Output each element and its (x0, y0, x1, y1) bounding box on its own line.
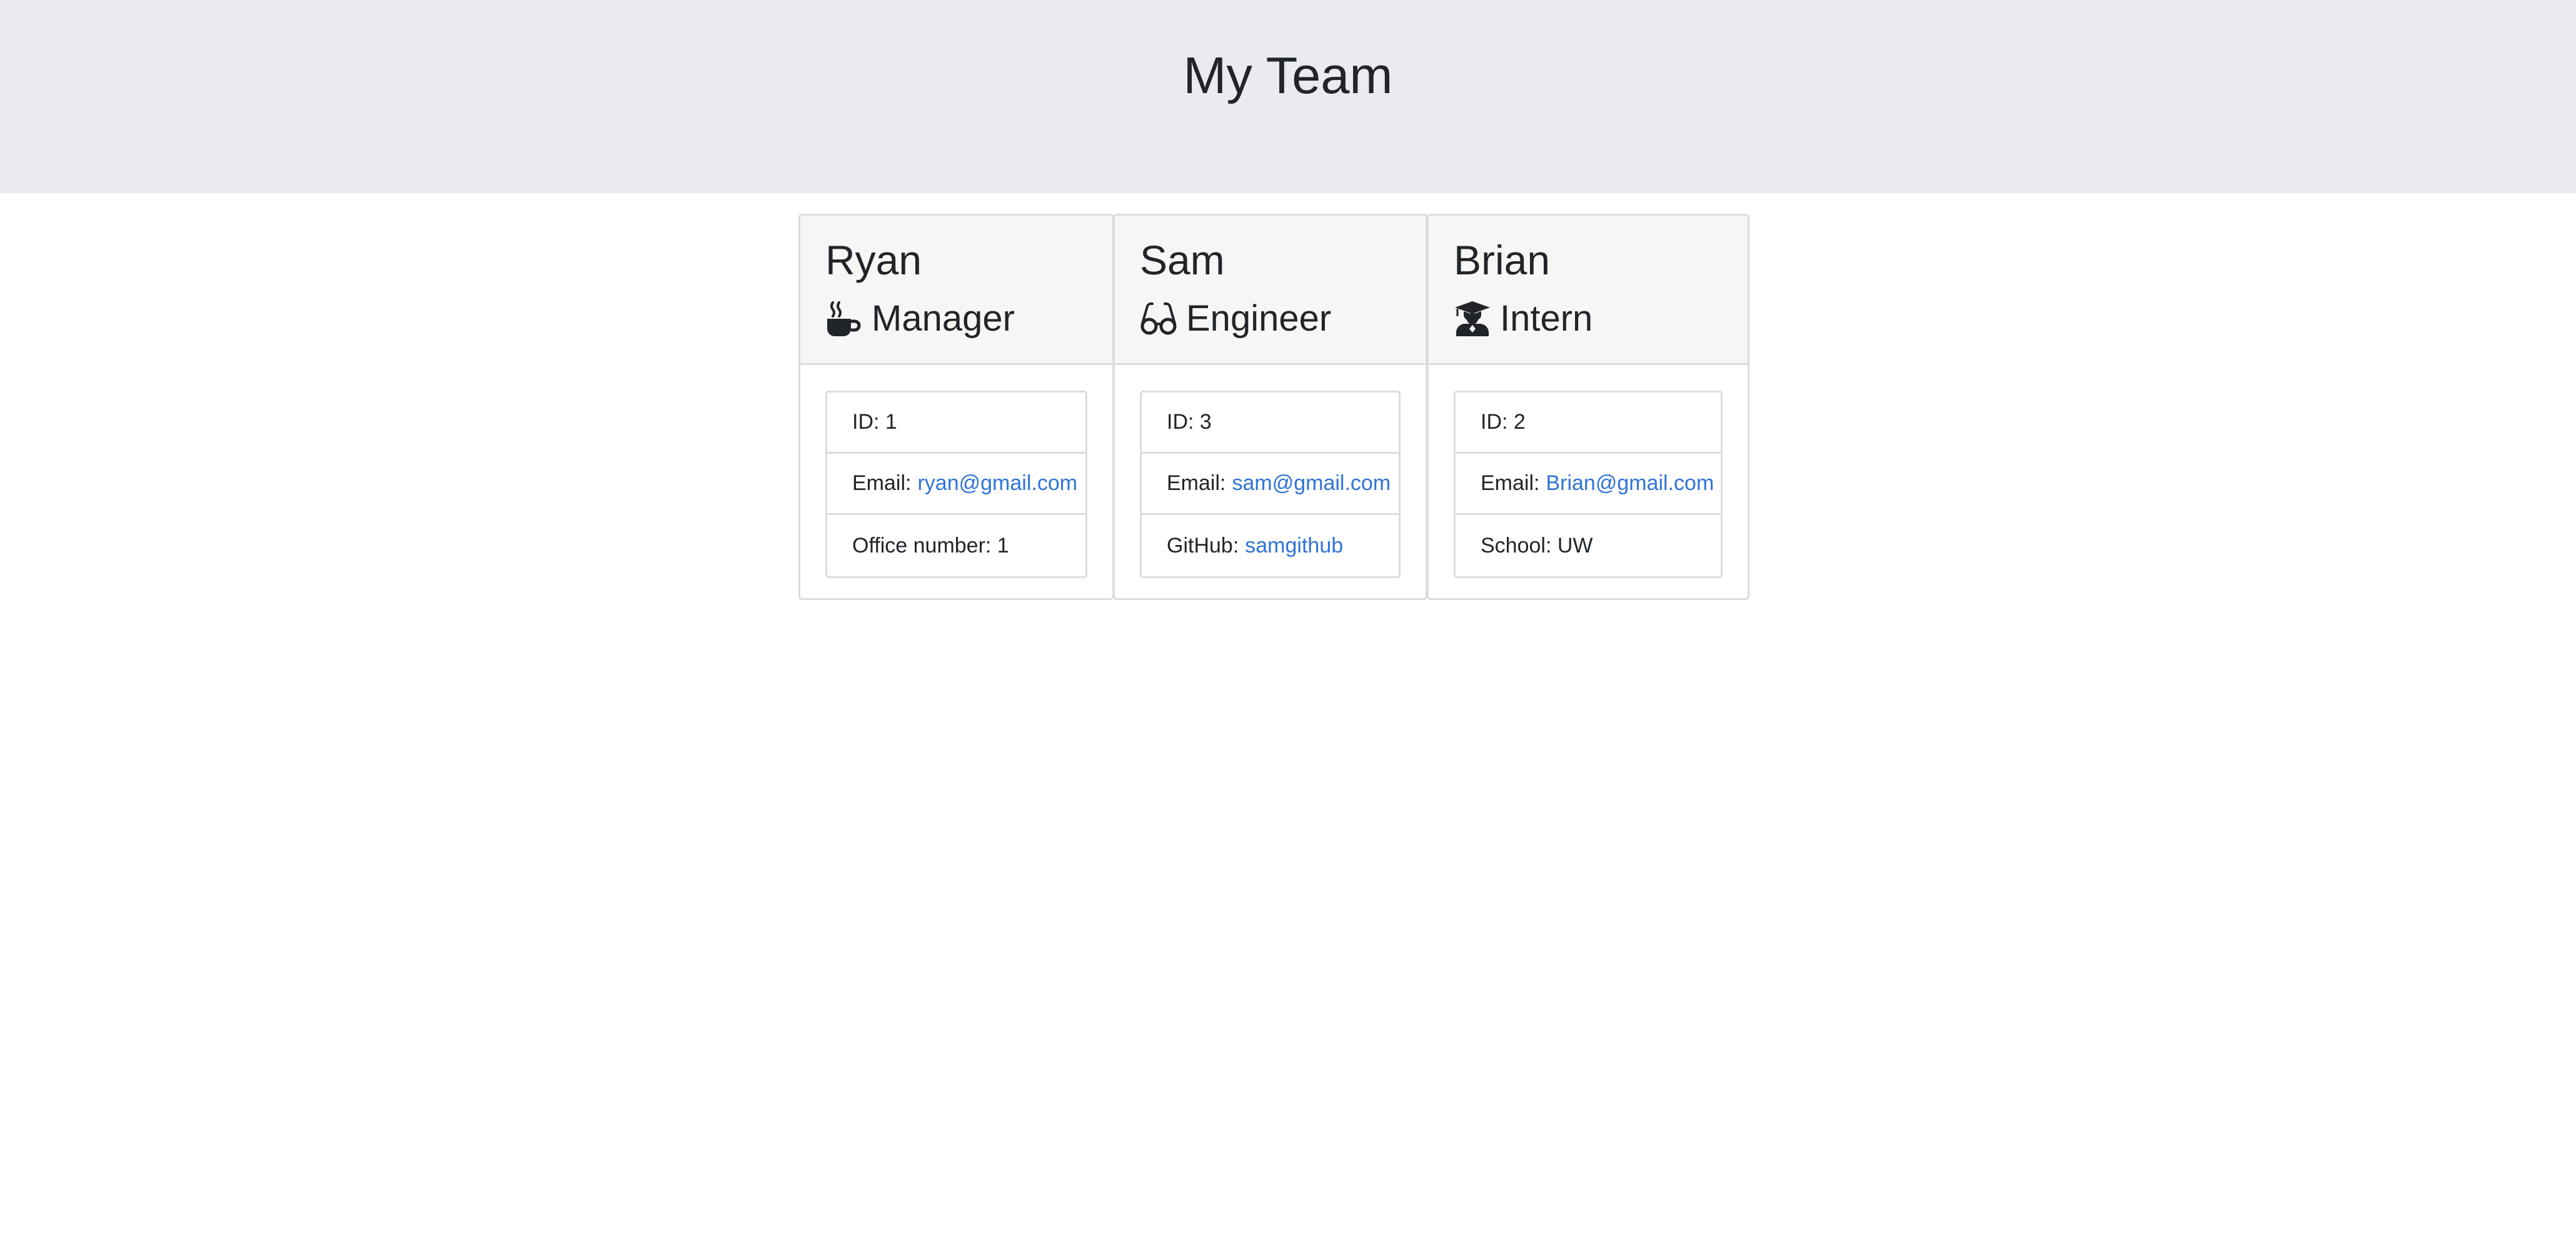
header-banner: My Team (0, 0, 2576, 193)
employee-name: Ryan (825, 237, 922, 283)
graduate-icon (1454, 300, 1491, 338)
card-header: Sam Engineer (1115, 216, 1426, 365)
employee-card-manager: Ryan Manager ID: 1 Email: ryan@gmail.com… (798, 214, 1114, 600)
employee-role: Intern (1454, 291, 1592, 347)
info-list: ID: 2 Email: Brian@gmail.com School: UW (1454, 391, 1723, 578)
email-link[interactable]: Brian@gmail.com (1546, 471, 1714, 496)
employee-role-label: Intern (1500, 298, 1593, 339)
email-link[interactable]: ryan@gmail.com (917, 471, 1077, 496)
info-email: Email: Brian@gmail.com (1456, 454, 1721, 515)
page-title: My Team (1183, 46, 1393, 104)
info-list: ID: 1 Email: ryan@gmail.com Office numbe… (825, 391, 1087, 578)
info-id: ID: 2 (1456, 392, 1721, 454)
info-id: ID: 1 (827, 392, 1085, 454)
employee-name: Brian (1454, 237, 1551, 283)
email-link[interactable]: sam@gmail.com (1232, 471, 1391, 496)
employee-role-label: Engineer (1186, 298, 1332, 339)
card-header: Brian Intern (1429, 216, 1748, 365)
employee-role-label: Manager (872, 298, 1015, 339)
info-github: GitHub: samgithub (1167, 533, 1344, 558)
coffee-icon (825, 300, 863, 338)
employee-role: Manager (825, 291, 1015, 347)
employee-card-intern: Brian Intern ID: 2 Email: Brian@gmail.co… (1427, 214, 1749, 600)
info-email: Email: sam@gmail.com (1142, 454, 1399, 515)
employee-name: Sam (1140, 237, 1225, 283)
glasses-icon (1140, 300, 1177, 338)
info-list: ID: 3 Email: sam@gmail.com GitHub: samgi… (1140, 391, 1401, 578)
card-header: Ryan Manager (800, 216, 1112, 365)
info-school: School: UW (1481, 533, 1593, 558)
info-office-number: Office number: 1 (852, 533, 1009, 558)
info-email: Email: ryan@gmail.com (827, 454, 1085, 515)
github-link[interactable]: samgithub (1245, 534, 1343, 558)
employee-card-engineer: Sam Engineer ID: 3 Email: sam@gmail.com … (1113, 214, 1427, 600)
info-id: ID: 3 (1142, 392, 1399, 454)
employee-role: Engineer (1140, 291, 1331, 347)
